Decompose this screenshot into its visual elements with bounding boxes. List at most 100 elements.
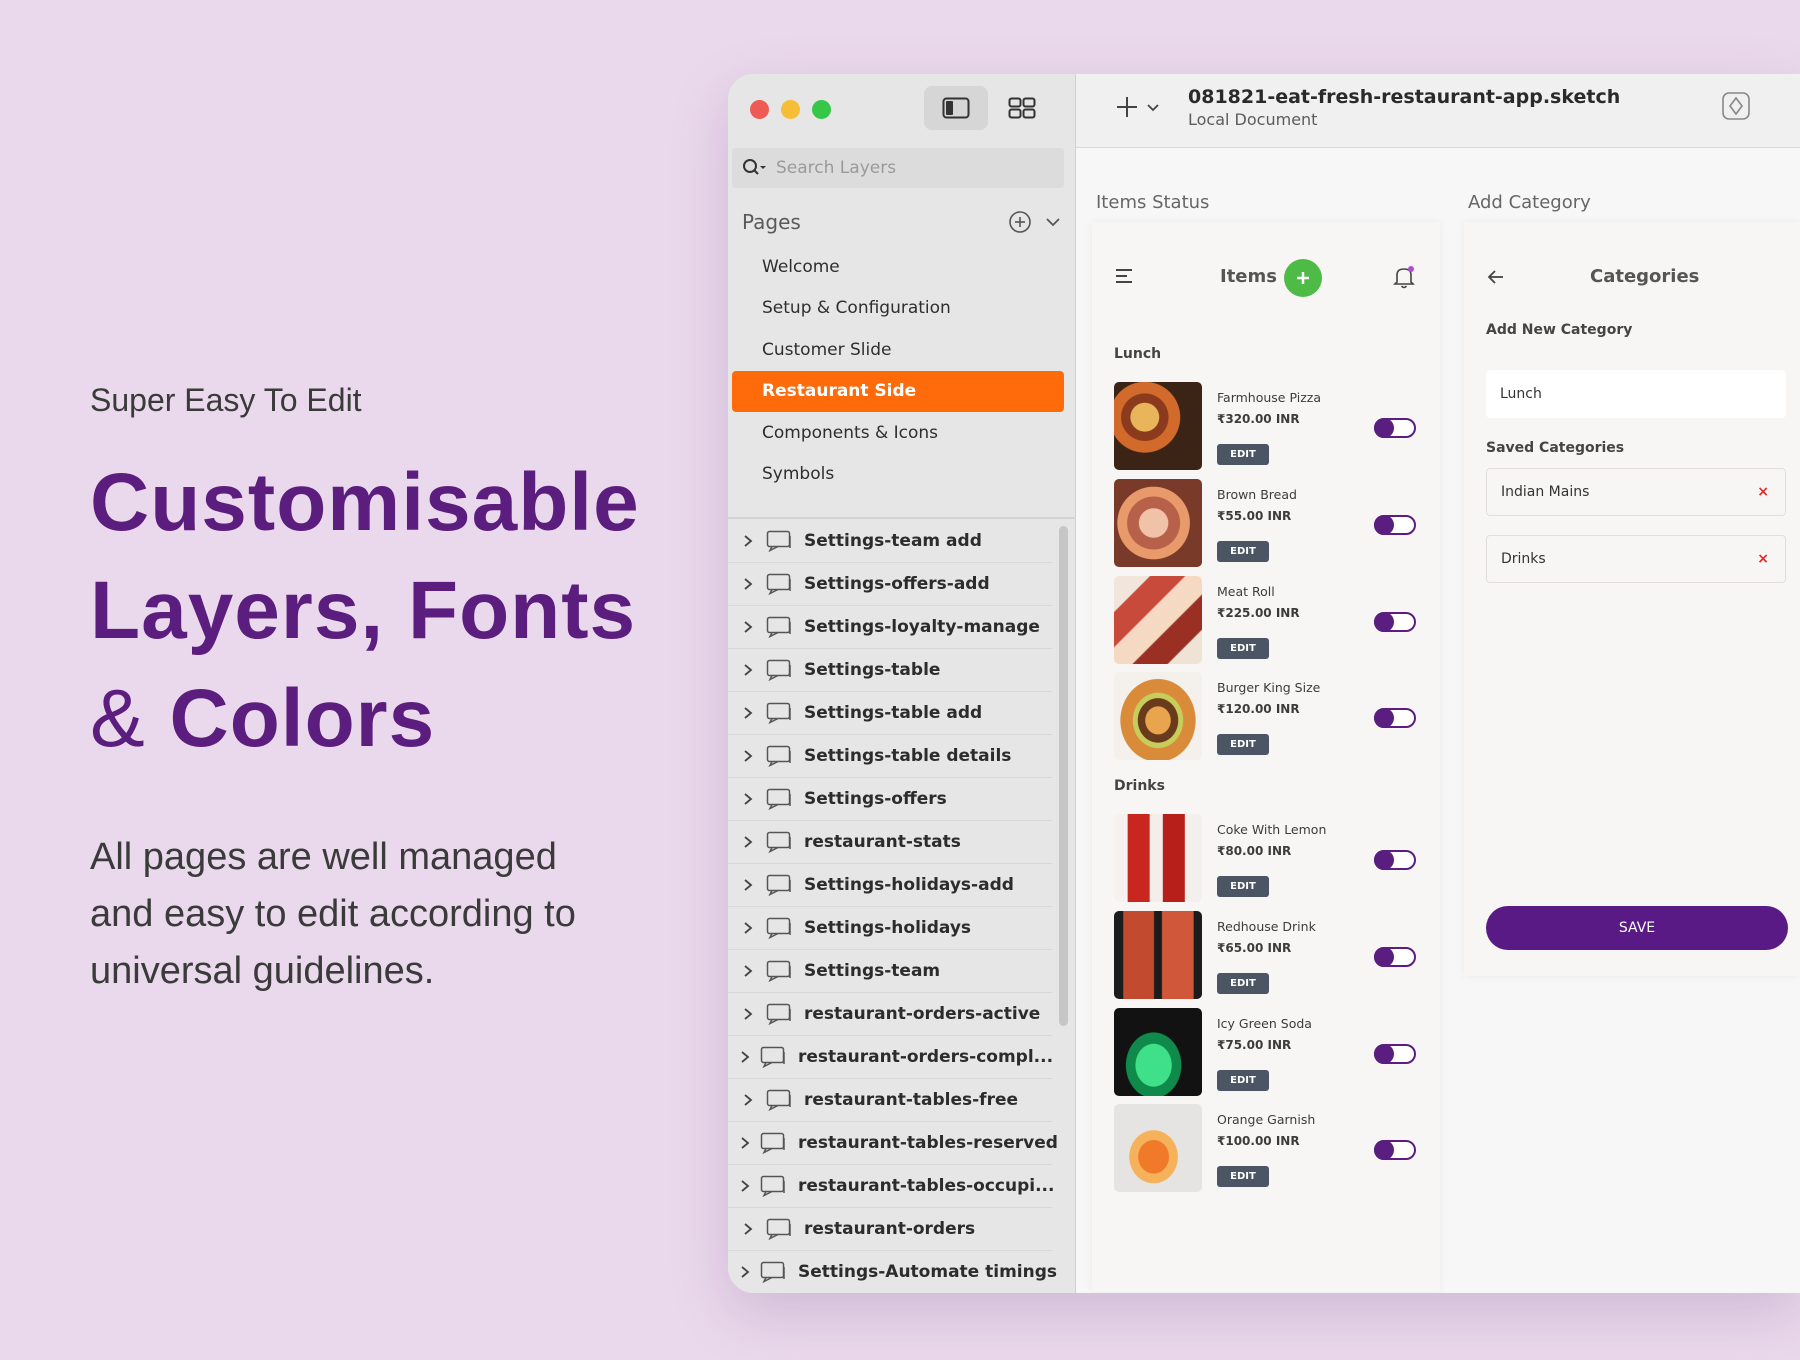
minimize-window-button[interactable]: [781, 100, 800, 119]
layer-row[interactable]: Settings-table: [728, 649, 1052, 692]
availability-toggle[interactable]: [1374, 611, 1416, 632]
layer-name: restaurant-orders-compl...: [798, 1047, 1054, 1067]
availability-toggle[interactable]: [1374, 1140, 1416, 1161]
food-image: [1114, 382, 1202, 470]
availability-toggle[interactable]: [1374, 418, 1416, 438]
search-layers-field[interactable]: Search Layers: [732, 148, 1064, 188]
layer-row[interactable]: Settings-loyalty-manage: [728, 606, 1052, 649]
availability-toggle[interactable]: [1374, 850, 1416, 870]
food-item-row: Burger King Size ₹120.00 INR EDIT: [1114, 672, 1424, 764]
remove-category-icon[interactable]: ×: [1757, 484, 1769, 500]
edit-button[interactable]: EDIT: [1217, 540, 1269, 562]
section-label: Lunch: [1114, 346, 1162, 362]
layer-row[interactable]: restaurant-tables-free: [728, 1079, 1052, 1122]
inspector-button[interactable]: [1720, 90, 1752, 126]
save-button[interactable]: SAVE: [1486, 906, 1788, 950]
edit-button[interactable]: EDIT: [1217, 972, 1269, 994]
page-item-customer-slide[interactable]: Customer Slide: [732, 329, 1064, 371]
close-window-button[interactable]: [750, 100, 769, 119]
availability-toggle[interactable]: [1374, 946, 1416, 967]
layer-row[interactable]: Settings-team: [728, 950, 1052, 993]
document-subtitle: Local Document: [1188, 110, 1318, 129]
chevron-down-icon[interactable]: [1044, 213, 1062, 231]
saved-category-row: Indian Mains ×: [1486, 468, 1786, 516]
grid-view-button[interactable]: [1000, 86, 1044, 130]
availability-toggle[interactable]: [1374, 514, 1416, 535]
chevron-right-icon[interactable]: [740, 1179, 750, 1193]
chevron-right-icon[interactable]: [740, 1093, 756, 1107]
hamburger-menu-icon[interactable]: [1114, 266, 1134, 286]
layer-row[interactable]: Settings-offers-add: [728, 563, 1052, 606]
toggle-knob: [1374, 514, 1394, 535]
layer-row[interactable]: Settings-holidays-add: [728, 864, 1052, 907]
back-arrow-icon[interactable]: [1486, 268, 1506, 286]
layer-row[interactable]: restaurant-orders: [728, 1208, 1052, 1251]
page-item-restaurant-side[interactable]: Restaurant Side: [732, 370, 1064, 412]
chevron-right-icon[interactable]: [740, 1136, 750, 1150]
edit-button[interactable]: EDIT: [1217, 444, 1269, 465]
page-item-components[interactable]: Components & Icons: [732, 412, 1064, 454]
layer-row[interactable]: restaurant-tables-reserved: [728, 1122, 1058, 1165]
layer-row[interactable]: restaurant-stats: [728, 821, 1052, 864]
artboard-label-add-category[interactable]: Add Category: [1468, 192, 1591, 213]
chevron-right-icon[interactable]: [740, 534, 756, 548]
edit-button[interactable]: EDIT: [1217, 637, 1269, 659]
layer-row[interactable]: Settings-team add: [728, 520, 1052, 563]
chevron-right-icon[interactable]: [740, 577, 756, 591]
layer-list-scrollbar[interactable]: [1059, 526, 1068, 1026]
headline-colors: Colors: [169, 673, 436, 764]
toggle-knob: [1374, 708, 1394, 729]
layer-row[interactable]: restaurant-orders-active: [728, 993, 1052, 1036]
artboard-icon: [766, 831, 792, 853]
edit-button[interactable]: EDIT: [1217, 1069, 1269, 1091]
chevron-right-icon[interactable]: [740, 620, 756, 634]
chevron-right-icon[interactable]: [740, 835, 756, 849]
insert-button[interactable]: [1114, 94, 1160, 120]
availability-toggle[interactable]: [1374, 708, 1416, 729]
chevron-right-icon[interactable]: [740, 663, 756, 677]
add-item-button[interactable]: [1284, 259, 1322, 297]
chevron-right-icon[interactable]: [740, 792, 756, 806]
chevron-right-icon[interactable]: [740, 749, 756, 763]
food-item-row: Farmhouse Pizza ₹320.00 INR EDIT: [1114, 382, 1424, 474]
page-item-symbols[interactable]: Symbols: [732, 454, 1064, 496]
edit-button[interactable]: EDIT: [1217, 876, 1269, 897]
sidebar-view-button[interactable]: [924, 86, 988, 130]
page-item-welcome[interactable]: Welcome: [732, 246, 1064, 288]
bell-icon[interactable]: [1392, 264, 1416, 290]
availability-toggle[interactable]: [1374, 1043, 1416, 1064]
edit-button[interactable]: EDIT: [1217, 1166, 1269, 1188]
chevron-right-icon[interactable]: [740, 1007, 756, 1021]
chevron-right-icon[interactable]: [740, 878, 756, 892]
toggle-knob: [1374, 1043, 1394, 1064]
artboard-icon: [766, 1003, 792, 1025]
chevron-right-icon[interactable]: [740, 964, 756, 978]
category-name-input[interactable]: Lunch: [1486, 370, 1786, 418]
page-item-setup[interactable]: Setup & Configuration: [732, 288, 1064, 330]
layer-row[interactable]: Settings-table add: [728, 692, 1052, 735]
artboard-label-items-status[interactable]: Items Status: [1096, 192, 1209, 213]
edit-button[interactable]: EDIT: [1217, 734, 1269, 756]
remove-category-icon[interactable]: ×: [1757, 551, 1769, 567]
artboard-add-category[interactable]: Categories Add New Category Lunch Saved …: [1464, 222, 1800, 976]
food-name: Burger King Size: [1217, 680, 1321, 696]
layer-row[interactable]: restaurant-orders-compl...: [728, 1036, 1054, 1079]
layer-row[interactable]: Settings-Automate timings: [728, 1251, 1057, 1293]
layer-name: Settings-table details: [804, 746, 1012, 766]
chevron-right-icon[interactable]: [740, 1222, 756, 1236]
layer-row[interactable]: Settings-table details: [728, 735, 1052, 778]
layer-row[interactable]: Settings-holidays: [728, 907, 1052, 950]
chevron-right-icon[interactable]: [740, 706, 756, 720]
layer-row[interactable]: Settings-offers: [728, 778, 1052, 821]
layer-row[interactable]: restaurant-tables-occupi...: [728, 1165, 1054, 1208]
zoom-window-button[interactable]: [812, 100, 831, 119]
chevron-right-icon[interactable]: [740, 1265, 750, 1279]
food-name: Meat Roll: [1217, 583, 1275, 599]
chevron-right-icon[interactable]: [740, 921, 756, 935]
artboard-icon: [766, 530, 792, 552]
artboard-items-status[interactable]: Items Lunch Farmhouse Pizza ₹320.00 INR EDI…: [1092, 222, 1440, 1292]
add-page-icon[interactable]: [1008, 210, 1032, 234]
artboard-icon: [766, 1089, 792, 1111]
chevron-right-icon[interactable]: [740, 1050, 750, 1064]
artboard-icon: [766, 702, 792, 724]
